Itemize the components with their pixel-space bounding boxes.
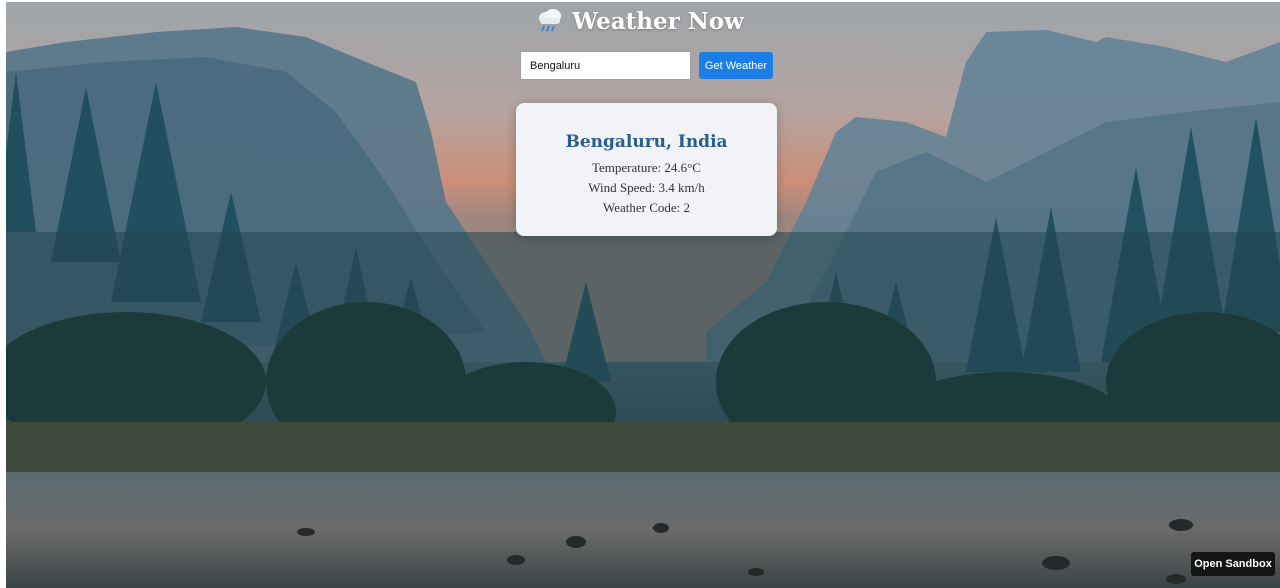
background-landscape (6, 2, 1280, 588)
city-name: Bengaluru, India (565, 132, 728, 152)
get-weather-button[interactable]: Get Weather (699, 52, 773, 79)
open-sandbox-button[interactable]: Open Sandbox (1191, 552, 1275, 576)
city-search-input[interactable] (520, 51, 691, 80)
weather-card: Bengaluru, India Temperature: 24.6°C Win… (516, 103, 777, 236)
rain-cloud-icon (536, 6, 564, 34)
app-title: Weather Now (0, 6, 1280, 35)
app-title-text: Weather Now (572, 8, 744, 35)
landscape-illustration (6, 2, 1280, 588)
wind-speed-text: Wind Speed: 3.4 km/h (588, 180, 705, 195)
temperature-text: Temperature: 24.6°C (592, 160, 701, 175)
weather-code-text: Weather Code: 2 (602, 200, 691, 215)
